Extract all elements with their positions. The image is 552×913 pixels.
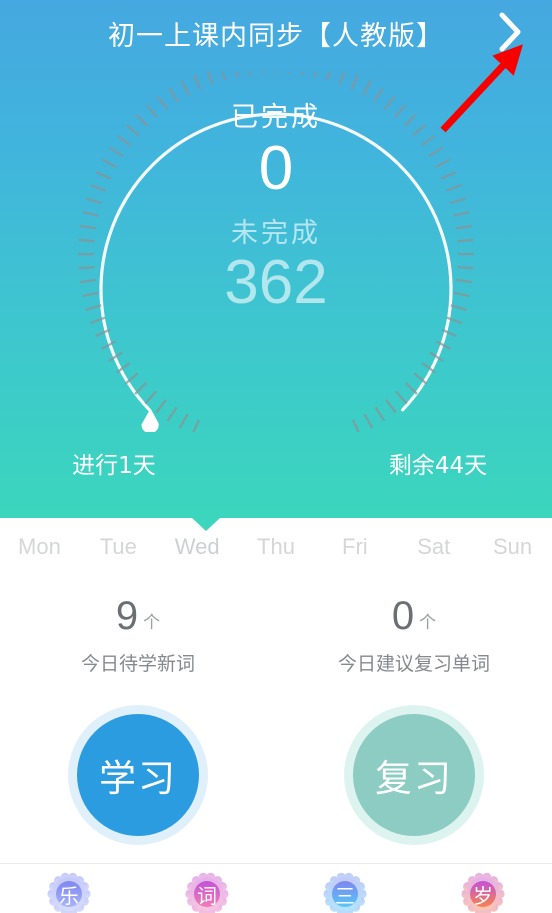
days-left-label: 剩余44天 bbox=[388, 453, 488, 479]
page-title: 初一上课内同步【人教版】 bbox=[108, 20, 444, 52]
completed-value: 0 bbox=[258, 134, 294, 203]
weekday-wed[interactable]: Wed bbox=[158, 534, 237, 560]
action-slot: 学习 bbox=[0, 712, 276, 837]
weekday-strip: Mon Tue Wed Thu Fri Sat Sun bbox=[0, 524, 552, 570]
study-button[interactable]: 学习 bbox=[77, 713, 199, 836]
gauge-readout: 已完成 0 未完成 362 bbox=[0, 95, 552, 315]
bottom-tab-glyph: 乐 bbox=[59, 883, 79, 908]
badge-music-icon[interactable]: 乐 bbox=[47, 872, 91, 913]
action-slot: 复习 bbox=[276, 712, 552, 837]
review-button[interactable]: 复习 bbox=[353, 713, 475, 836]
bottom-tab[interactable]: 乐 bbox=[0, 872, 138, 913]
stat-unit: 个 bbox=[143, 613, 161, 633]
bottom-tab-glyph: 岁 bbox=[473, 883, 493, 908]
badge-menu-icon[interactable]: 三 bbox=[323, 872, 367, 913]
weekday-fri[interactable]: Fri bbox=[315, 534, 394, 560]
daily-stats: 9 个今日待学新词 0 个今日建议复习单词 bbox=[0, 596, 552, 686]
remaining-label: 未完成 bbox=[231, 218, 321, 250]
stat-caption: 今日建议复习单词 bbox=[337, 653, 490, 675]
stat-value-row: 0个 bbox=[392, 596, 436, 636]
badge-age-icon[interactable]: 岁 bbox=[461, 872, 505, 913]
weekday-sun[interactable]: Sun bbox=[473, 534, 552, 560]
day-counters: 进行1天 剩余44天 bbox=[0, 440, 552, 486]
stat-block: 0 个今日建议复习单词 bbox=[276, 596, 552, 686]
weekday-thu[interactable]: Thu bbox=[237, 534, 316, 560]
badge-word-icon[interactable]: 词 bbox=[185, 872, 229, 913]
days-elapsed-label: 进行1天 bbox=[72, 453, 156, 479]
stat-caption: 今日待学新词 bbox=[80, 653, 195, 675]
progress-hero-panel: 初一上课内同步【人教版】 已完成 0 未完成 362 进行1天 剩余44天 bbox=[0, 0, 552, 518]
remaining-value: 362 bbox=[224, 248, 328, 318]
header-bar: 初一上课内同步【人教版】 bbox=[0, 0, 552, 66]
weekday-mon[interactable]: Mon bbox=[0, 534, 79, 560]
bottom-tab[interactable]: 三 bbox=[276, 872, 414, 913]
bottom-tab[interactable]: 岁 bbox=[414, 872, 552, 913]
action-buttons: 学习 复习 bbox=[0, 712, 552, 837]
stat-value: 0 bbox=[391, 594, 415, 638]
app-root: 初一上课内同步【人教版】 已完成 0 未完成 362 进行1天 剩余44天 Mo… bbox=[0, 0, 552, 913]
stat-unit: 个 bbox=[419, 613, 437, 633]
stat-block: 9 个今日待学新词 bbox=[0, 596, 276, 686]
bottom-tab-glyph: 三 bbox=[335, 883, 355, 908]
weekday-tue[interactable]: Tue bbox=[79, 534, 158, 560]
bottom-tab-glyph: 词 bbox=[197, 883, 217, 908]
stat-value: 9 bbox=[115, 594, 139, 638]
chevron-right-icon[interactable] bbox=[490, 12, 530, 52]
stat-value-row: 9个 bbox=[116, 596, 160, 636]
completed-label: 已完成 bbox=[231, 102, 321, 133]
weekday-sat[interactable]: Sat bbox=[394, 534, 473, 560]
bottom-tab[interactable]: 词 bbox=[138, 872, 276, 913]
bottom-tab-bar: 乐词三岁 bbox=[0, 863, 552, 913]
